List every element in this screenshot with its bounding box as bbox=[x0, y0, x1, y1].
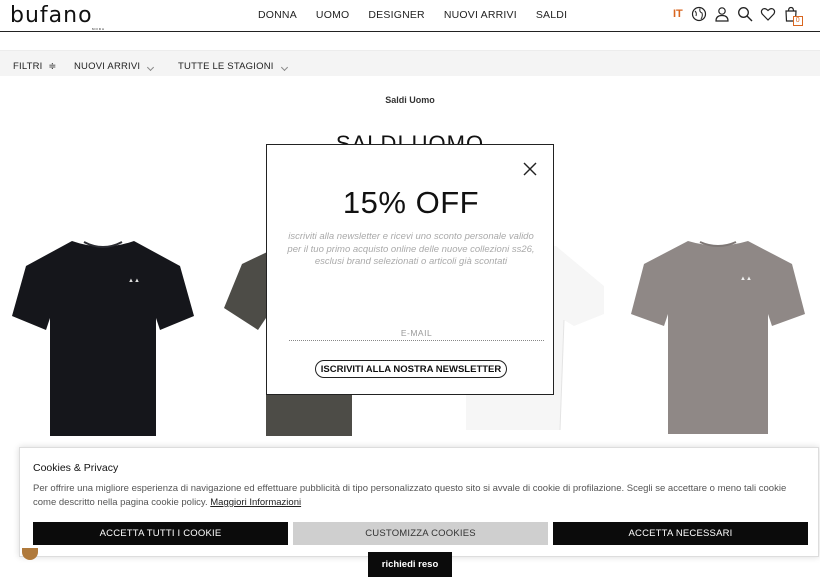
cookie-title: Cookies & Privacy bbox=[33, 462, 119, 474]
cookie-info-link[interactable]: Maggiori Informazioni bbox=[210, 497, 301, 508]
cookie-banner: Cookies & Privacy Per offrire una miglio… bbox=[19, 447, 819, 557]
tshirt-shape bbox=[12, 241, 194, 436]
sliders-icon: ≑ bbox=[48, 61, 57, 72]
chevron-down-icon bbox=[280, 63, 288, 72]
nav-uomo[interactable]: UOMO bbox=[316, 9, 349, 21]
dropdown-nuovi-arrivi-label: NUOVI ARRIVI bbox=[74, 61, 141, 72]
logo-text: bufano bbox=[10, 3, 93, 28]
product-card[interactable]: ▲▲ bbox=[630, 238, 806, 436]
globe-icon[interactable] bbox=[691, 6, 707, 22]
tshirt-image: ▲▲ bbox=[631, 241, 805, 434]
newsletter-modal: 15% OFF iscriviti alla newsletter e rice… bbox=[266, 144, 554, 395]
cookie-description: Per offrire una migliore esperienza di n… bbox=[33, 483, 787, 508]
filter-button[interactable]: FILTRI ≑ bbox=[13, 61, 57, 72]
filter-label: FILTRI bbox=[13, 61, 43, 72]
cart-count-badge: 0 bbox=[792, 16, 803, 26]
breadcrumb: Saldi Uomo bbox=[385, 95, 435, 105]
return-request-button[interactable]: richiedi reso bbox=[368, 552, 452, 577]
svg-text:▲▲: ▲▲ bbox=[128, 278, 140, 284]
dropdown-stagioni[interactable]: TUTTE LE STAGIONI bbox=[178, 61, 288, 72]
tshirt-image: ▲▲ bbox=[12, 241, 194, 436]
logo[interactable]: bufano MODA bbox=[10, 3, 122, 32]
email-field[interactable] bbox=[289, 325, 544, 341]
accept-all-cookies-button[interactable]: ACCETTA TUTTI I COOKIE bbox=[33, 522, 288, 545]
main-nav: DONNA UOMO DESIGNER NUOVI ARRIVI SALDI bbox=[258, 9, 586, 21]
nav-nuovi-arrivi[interactable]: NUOVI ARRIVI bbox=[444, 9, 517, 21]
language-switch[interactable]: IT bbox=[673, 8, 683, 20]
modal-description: iscriviti alla newsletter e ricevi uno s… bbox=[287, 231, 535, 267]
dropdown-stagioni-label: TUTTE LE STAGIONI bbox=[178, 61, 274, 72]
heart-icon[interactable] bbox=[760, 6, 776, 22]
site-header: bufano MODA DONNA UOMO DESIGNER NUOVI AR… bbox=[0, 0, 820, 32]
filter-bar: FILTRI ≑ NUOVI ARRIVI TUTTE LE STAGIONI bbox=[0, 50, 820, 76]
product-card[interactable]: ▲▲ bbox=[10, 238, 196, 438]
svg-text:▲▲: ▲▲ bbox=[740, 276, 752, 282]
close-icon[interactable] bbox=[522, 161, 538, 177]
subscribe-button[interactable]: ISCRIVITI ALLA NOSTRA NEWSLETTER bbox=[315, 360, 507, 378]
cookie-text: Per offrire una migliore esperienza di n… bbox=[33, 482, 809, 510]
nav-designer[interactable]: DESIGNER bbox=[368, 9, 424, 21]
nav-donna[interactable]: DONNA bbox=[258, 9, 297, 21]
search-icon[interactable] bbox=[737, 6, 753, 22]
user-icon[interactable] bbox=[714, 6, 730, 22]
customize-cookies-button[interactable]: CUSTOMIZZA COOKIES bbox=[293, 522, 548, 545]
logo-subtext: MODA bbox=[92, 27, 105, 31]
header-icons: IT 0 bbox=[673, 6, 806, 26]
dropdown-nuovi-arrivi[interactable]: NUOVI ARRIVI bbox=[74, 61, 155, 72]
cart-icon[interactable]: 0 bbox=[783, 6, 803, 26]
chevron-down-icon bbox=[147, 63, 155, 72]
modal-title: 15% OFF bbox=[342, 185, 480, 220]
accept-necessary-cookies-button[interactable]: ACCETTA NECESSARI bbox=[553, 522, 808, 545]
nav-saldi[interactable]: SALDI bbox=[536, 9, 567, 21]
chat-icon[interactable] bbox=[22, 548, 38, 560]
